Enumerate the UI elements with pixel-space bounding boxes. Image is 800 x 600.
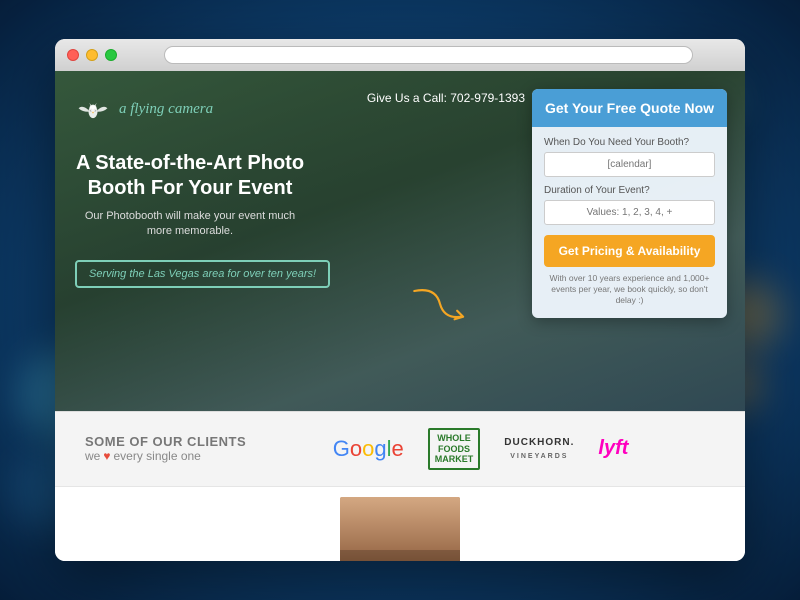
browser-window: Give Us a Call: 702-979-1393 [55, 39, 745, 561]
url-bar[interactable] [164, 46, 693, 64]
clients-every-text: every single one [113, 449, 200, 463]
logo-icon [75, 99, 111, 121]
form-body: When Do You Need Your Booth? Duration of… [532, 127, 727, 318]
preview-image-inner [340, 497, 460, 561]
hero-headline: A State-of-the-Art Photo Booth For Your … [75, 151, 305, 201]
duration-input[interactable] [544, 200, 715, 225]
clients-we-text: we [85, 449, 100, 463]
hero-subtext: Our Photobooth will make your event much… [75, 209, 305, 240]
logo-text: a flying camera [119, 101, 213, 118]
clients-title: SOME OF OUR CLIENTS [85, 434, 246, 449]
heart-icon: ♥ [103, 449, 110, 463]
date-input[interactable] [544, 152, 715, 177]
close-button[interactable] [67, 49, 79, 61]
arrow-decoration [410, 286, 470, 331]
title-bar [55, 39, 745, 71]
quote-form: Get Your Free Quote Now When Do You Need… [532, 89, 727, 318]
clients-subtitle: we ♥ every single one [85, 449, 246, 463]
maximize-button[interactable] [105, 49, 117, 61]
serving-badge[interactable]: Serving the Las Vegas area for over ten … [75, 260, 330, 288]
lyft-logo: lyft [598, 437, 628, 460]
form-disclaimer: With over 10 years experience and 1,000+… [544, 273, 715, 306]
google-logo: Google [333, 436, 404, 462]
clients-section: SOME OF OUR CLIENTS we ♥ every single on… [55, 411, 745, 486]
duration-label: Duration of Your Event? [544, 185, 715, 196]
minimize-button[interactable] [86, 49, 98, 61]
form-header: Get Your Free Quote Now [532, 89, 727, 127]
hero-section: Give Us a Call: 702-979-1393 [55, 71, 745, 411]
preview-image [340, 497, 460, 561]
duckhorn-logo: DUCKHORN. VINEYARDS [504, 436, 574, 462]
get-pricing-button[interactable]: Get Pricing & Availability [544, 235, 715, 267]
whole-foods-logo: WHOLEFOODSMARKET [428, 428, 481, 470]
client-logos-container: Google WHOLEFOODSMARKET DUCKHORN. VINEYA… [246, 428, 715, 470]
bottom-preview [55, 486, 745, 561]
clients-label: SOME OF OUR CLIENTS we ♥ every single on… [85, 434, 246, 463]
date-label: When Do You Need Your Booth? [544, 137, 715, 148]
